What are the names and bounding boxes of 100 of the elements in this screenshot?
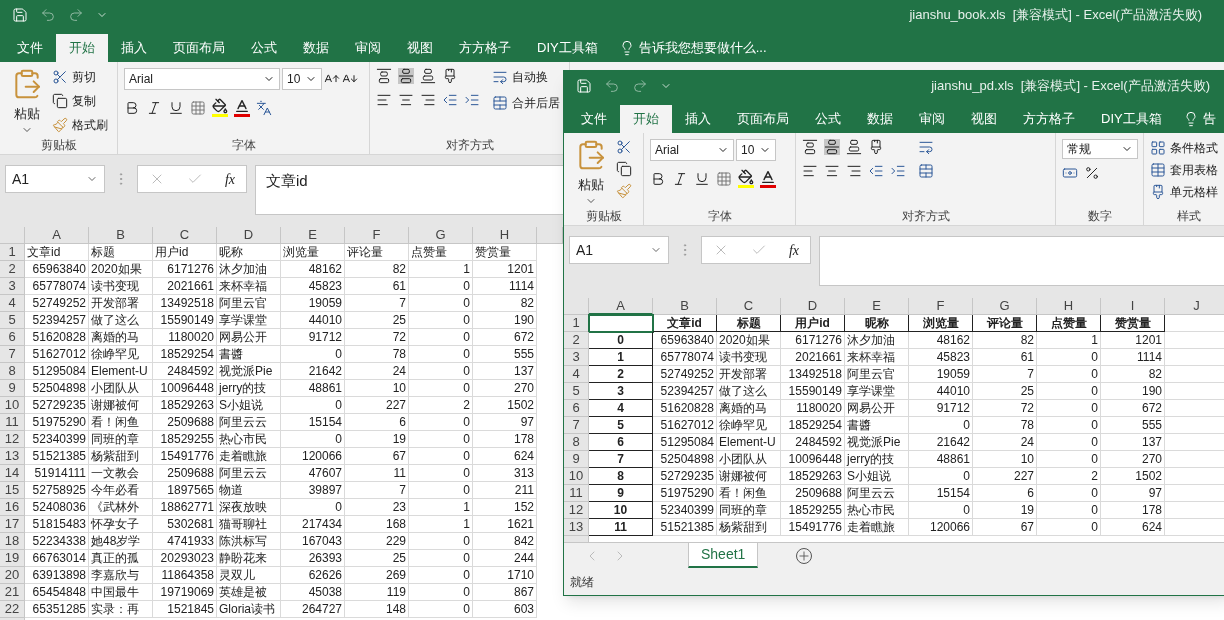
row-header[interactable]: 5 bbox=[564, 383, 589, 400]
row-header[interactable]: 4 bbox=[564, 366, 589, 383]
ribbon-tab[interactable]: 插入 bbox=[672, 105, 724, 133]
bold-icon[interactable] bbox=[124, 99, 140, 116]
selected-cell[interactable] bbox=[589, 315, 653, 332]
row-header[interactable]: 9 bbox=[564, 451, 589, 468]
row-header[interactable]: 14 bbox=[0, 465, 25, 482]
ribbon-tab[interactable]: 审阅 bbox=[342, 34, 394, 62]
wrap-text-icon[interactable] bbox=[492, 69, 508, 85]
row-header[interactable]: 15 bbox=[0, 482, 25, 499]
bold-icon[interactable] bbox=[650, 170, 666, 187]
ribbon-tab[interactable]: 视图 bbox=[394, 34, 446, 62]
row-header[interactable]: 16 bbox=[0, 499, 25, 516]
indent-decrease-icon[interactable] bbox=[868, 163, 884, 179]
column-header[interactable]: F bbox=[345, 227, 409, 244]
align-top-icon[interactable] bbox=[376, 68, 392, 84]
format-painter-button[interactable]: 格式刷 bbox=[72, 116, 108, 134]
align-right-icon[interactable] bbox=[846, 163, 862, 179]
ribbon-tab[interactable]: DIY工具箱 bbox=[524, 34, 611, 62]
ribbon-tab[interactable]: 视图 bbox=[958, 105, 1010, 133]
align-bottom-icon[interactable] bbox=[420, 68, 436, 84]
italic-icon[interactable] bbox=[146, 99, 162, 116]
row-header[interactable]: 13 bbox=[0, 448, 25, 465]
row-header[interactable]: 20 bbox=[0, 567, 25, 584]
indent-decrease-icon[interactable] bbox=[442, 92, 458, 108]
row-header[interactable]: 1 bbox=[0, 244, 25, 261]
phonetic-icon[interactable] bbox=[256, 99, 272, 116]
column-header[interactable]: G bbox=[973, 298, 1037, 315]
scissors-icon[interactable] bbox=[616, 139, 632, 155]
row-header[interactable]: 9 bbox=[0, 380, 25, 397]
wrap-text-icon[interactable] bbox=[918, 139, 934, 155]
border-icon[interactable] bbox=[716, 170, 732, 187]
row-header[interactable]: 2 bbox=[0, 261, 25, 278]
copy-icon[interactable] bbox=[616, 161, 632, 177]
style-icon[interactable] bbox=[1150, 140, 1166, 156]
underline-icon[interactable] bbox=[694, 170, 710, 187]
brush-icon[interactable] bbox=[616, 183, 632, 199]
ribbon-tab[interactable]: 公式 bbox=[802, 105, 854, 133]
formula-field[interactable] bbox=[819, 236, 1224, 286]
paste-button[interactable]: 粘贴 bbox=[578, 175, 604, 195]
column-header[interactable]: B bbox=[653, 298, 717, 315]
row-header[interactable]: 19 bbox=[0, 550, 25, 567]
align-bottom-icon[interactable] bbox=[846, 139, 862, 155]
column-header[interactable]: E bbox=[845, 298, 909, 315]
column-header[interactable]: H bbox=[1037, 298, 1101, 315]
row-header[interactable]: 12 bbox=[0, 431, 25, 448]
tell-me-field[interactable]: 告 bbox=[1202, 109, 1216, 129]
style-icon[interactable] bbox=[1150, 162, 1166, 178]
align-middle-icon[interactable] bbox=[824, 139, 840, 155]
fill-color-icon[interactable] bbox=[738, 169, 754, 188]
copy-icon[interactable] bbox=[52, 93, 68, 109]
row-header[interactable]: 7 bbox=[0, 346, 25, 363]
ribbon-tab[interactable]: 文件 bbox=[4, 34, 56, 62]
ribbon-tab[interactable]: 页面布局 bbox=[724, 105, 802, 133]
row-header[interactable]: 10 bbox=[564, 468, 589, 485]
wrap-text-button[interactable]: 自动换 bbox=[512, 68, 548, 86]
column-header[interactable]: F bbox=[909, 298, 973, 315]
column-header[interactable]: I bbox=[1101, 298, 1165, 315]
align-right-icon[interactable] bbox=[420, 92, 436, 108]
ribbon-tab[interactable]: 数据 bbox=[854, 105, 906, 133]
font-size-field[interactable]: 10 bbox=[282, 68, 322, 90]
font-name-field[interactable]: Arial bbox=[124, 68, 280, 90]
indent-increase-icon[interactable] bbox=[890, 163, 906, 179]
column-header[interactable]: D bbox=[781, 298, 845, 315]
column-header[interactable]: D bbox=[217, 227, 281, 244]
ribbon-tab[interactable]: 方方格子 bbox=[1010, 105, 1088, 133]
font-color-icon[interactable] bbox=[234, 98, 250, 117]
merge-icon[interactable] bbox=[918, 163, 934, 179]
paste-button[interactable]: 粘贴 bbox=[14, 104, 40, 124]
style-button[interactable]: 条件格式 bbox=[1170, 139, 1218, 157]
row-header[interactable]: 6 bbox=[564, 400, 589, 417]
border-icon[interactable] bbox=[190, 99, 206, 116]
row-header[interactable]: 22 bbox=[0, 601, 25, 618]
ribbon-tab[interactable]: 审阅 bbox=[906, 105, 958, 133]
ribbon-tab[interactable]: 开始 bbox=[620, 105, 672, 133]
row-header[interactable]: 6 bbox=[0, 329, 25, 346]
ribbon-tab[interactable]: 页面布局 bbox=[160, 34, 238, 62]
row-header[interactable]: 8 bbox=[564, 434, 589, 451]
row-header[interactable]: 8 bbox=[0, 363, 25, 380]
style-icon[interactable] bbox=[1150, 184, 1166, 200]
row-header[interactable]: 3 bbox=[564, 349, 589, 366]
ribbon-tab[interactable]: DIY工具箱 bbox=[1088, 105, 1175, 133]
column-header[interactable]: A bbox=[25, 227, 89, 244]
copy-button[interactable]: 复制 bbox=[72, 92, 96, 110]
underline-icon[interactable] bbox=[168, 99, 184, 116]
merge-button[interactable]: 合并后居 bbox=[512, 94, 560, 112]
row-header[interactable]: 7 bbox=[564, 417, 589, 434]
name-box[interactable]: A1 bbox=[5, 165, 105, 193]
align-left-icon[interactable] bbox=[376, 92, 392, 108]
merge-icon[interactable] bbox=[492, 95, 508, 111]
row-header[interactable]: 2 bbox=[564, 332, 589, 349]
row-header[interactable]: 21 bbox=[0, 584, 25, 601]
style-button[interactable]: 单元格样 bbox=[1170, 183, 1218, 201]
insert-function-button[interactable]: fx bbox=[224, 168, 235, 190]
ribbon-tab[interactable]: 开始 bbox=[56, 34, 108, 62]
percent-icon[interactable] bbox=[1084, 165, 1100, 181]
align-center-icon[interactable] bbox=[398, 92, 414, 108]
name-box[interactable]: A1 bbox=[569, 236, 669, 264]
font-name-field[interactable]: Arial bbox=[650, 139, 734, 161]
row-header[interactable]: 18 bbox=[0, 533, 25, 550]
